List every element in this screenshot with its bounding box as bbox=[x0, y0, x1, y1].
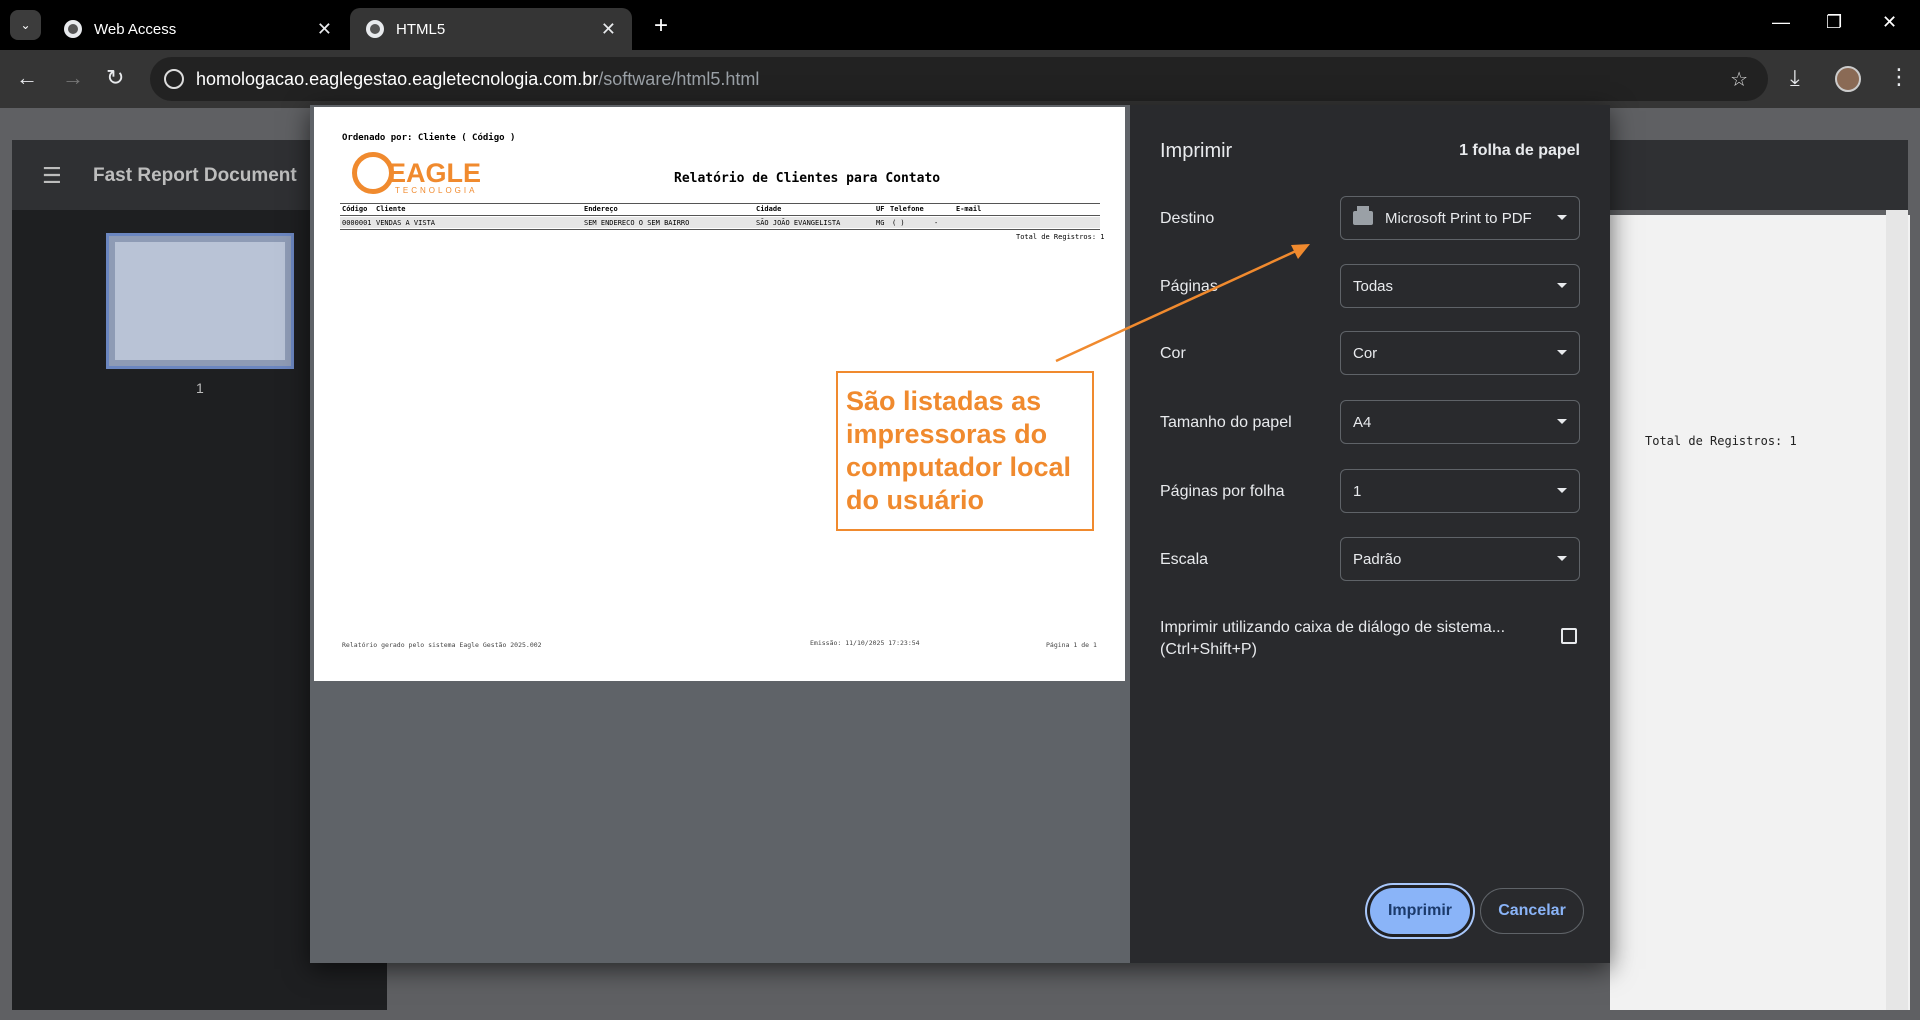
paper-size-value: A4 bbox=[1353, 413, 1372, 431]
viewer-scrollbar[interactable] bbox=[1886, 210, 1908, 1010]
browser-menu-icon[interactable]: ⋮ bbox=[1888, 64, 1910, 90]
browser-toolbar: ← → ↻ homologacao.eaglegestao.eagletecno… bbox=[0, 50, 1920, 108]
globe-icon bbox=[64, 20, 82, 38]
window-close-icon[interactable]: ✕ bbox=[1882, 12, 1897, 33]
destination-label: Destino bbox=[1160, 210, 1215, 227]
back-icon[interactable]: ← bbox=[16, 65, 38, 91]
cell: ( ) bbox=[892, 219, 905, 227]
thumbnail-page-number: 1 bbox=[196, 380, 204, 396]
address-bar[interactable]: homologacao.eaglegestao.eagletecnologia.… bbox=[150, 57, 1768, 101]
destination-select[interactable]: Microsoft Print to PDF bbox=[1340, 196, 1580, 240]
pages-per-sheet-label: Páginas por folha bbox=[1160, 483, 1285, 500]
print-dialog: Ordenado por: Cliente ( Código ) EAGLE T… bbox=[310, 105, 1610, 963]
report-total: Total de Registros: 1 bbox=[1016, 233, 1105, 241]
pages-value: Todas bbox=[1353, 277, 1394, 295]
chevron-down-icon bbox=[1557, 556, 1567, 561]
divider bbox=[340, 215, 1100, 216]
tab-html5[interactable]: HTML5 ✕ bbox=[350, 8, 632, 50]
destination-value: Microsoft Print to PDF bbox=[1385, 209, 1532, 227]
tab-title: HTML5 bbox=[396, 20, 446, 38]
cell: 0000001 bbox=[342, 219, 372, 227]
col-header: Cliente bbox=[376, 205, 406, 213]
print-preview-area: Ordenado por: Cliente ( Código ) EAGLE T… bbox=[310, 105, 1130, 963]
chevron-down-icon bbox=[1557, 488, 1567, 493]
download-icon[interactable]: ⤓ bbox=[1790, 65, 1800, 91]
paper-size-select[interactable]: A4 bbox=[1340, 400, 1580, 444]
sheet-count: 1 folha de papel bbox=[1459, 142, 1580, 159]
site-info-icon[interactable] bbox=[164, 69, 184, 89]
report-footer-right: Página 1 de 1 bbox=[1046, 641, 1097, 649]
chevron-down-icon bbox=[1557, 283, 1567, 288]
scale-select[interactable]: Padrão bbox=[1340, 537, 1580, 581]
open-external-icon[interactable] bbox=[1561, 628, 1577, 644]
chevron-down-icon bbox=[1557, 350, 1567, 355]
scale-label: Escala bbox=[1160, 551, 1209, 568]
cell: SEM ENDERECO O SEM BAIRRO bbox=[584, 219, 690, 227]
annotation-callout: São listadas as impressoras do computado… bbox=[836, 371, 1094, 531]
chevron-down-icon bbox=[1557, 419, 1567, 424]
forward-icon[interactable]: → bbox=[62, 65, 84, 91]
tab-strip: ⌄ Web Access ✕ HTML5 ✕ + — ❐ ✕ bbox=[0, 0, 1920, 50]
report-logo-sub: TECNOLOGIA bbox=[395, 186, 478, 195]
report-viewer-page bbox=[1610, 215, 1910, 1010]
annotation-text: São listadas as impressoras do computado… bbox=[846, 386, 1072, 515]
report-footer-mid: Emissão: 11/10/2025 17:23:54 bbox=[810, 639, 920, 647]
print-button[interactable]: Imprimir bbox=[1370, 888, 1470, 934]
close-tab-icon[interactable]: ✕ bbox=[601, 19, 616, 40]
col-header: Cidade bbox=[756, 205, 782, 213]
divider bbox=[340, 229, 1100, 230]
restore-icon[interactable]: ❐ bbox=[1826, 12, 1842, 33]
pages-per-sheet-value: 1 bbox=[1353, 482, 1362, 500]
color-select[interactable]: Cor bbox=[1340, 331, 1580, 375]
print-title: Imprimir bbox=[1160, 140, 1233, 162]
color-value: Cor bbox=[1353, 344, 1378, 362]
cancel-button[interactable]: Cancelar bbox=[1480, 888, 1584, 934]
print-settings-panel: Imprimir 1 folha de papel Destino Micros… bbox=[1130, 105, 1610, 963]
color-label: Cor bbox=[1160, 345, 1186, 362]
cell: SÃO JOÃO EVANGELISTA bbox=[756, 219, 841, 227]
reload-icon[interactable]: ↻ bbox=[106, 65, 124, 91]
printer-icon bbox=[1353, 206, 1373, 225]
hamburger-menu-icon[interactable]: ☰ bbox=[42, 163, 62, 189]
tab-web-access[interactable]: Web Access ✕ bbox=[48, 8, 348, 50]
scale-value: Padrão bbox=[1353, 550, 1402, 568]
report-ordered-by: Ordenado por: Cliente ( Código ) bbox=[342, 133, 516, 143]
system-dialog-link[interactable]: Imprimir utilizando caixa de diálogo de … bbox=[1160, 617, 1540, 661]
report-footer-left: Relatório gerado pelo sistema Eagle Gest… bbox=[342, 641, 542, 649]
chevron-down-icon bbox=[1557, 215, 1567, 220]
col-header: Telefone bbox=[890, 205, 924, 213]
app-title: Fast Report Document bbox=[93, 165, 297, 186]
pages-select[interactable]: Todas bbox=[1340, 264, 1580, 308]
page-thumbnail[interactable] bbox=[106, 233, 294, 369]
paper-size-label: Tamanho do papel bbox=[1160, 414, 1292, 431]
col-header: E-mail bbox=[956, 205, 982, 213]
minimize-icon[interactable]: — bbox=[1772, 12, 1790, 33]
report-logo: EAGLE bbox=[388, 158, 482, 188]
pages-label: Páginas bbox=[1160, 278, 1218, 295]
tab-title: Web Access bbox=[94, 20, 177, 38]
report-title: Relatório de Clientes para Contato bbox=[674, 171, 941, 186]
profile-avatar[interactable] bbox=[1835, 66, 1861, 92]
cell: VENDAS A VISTA bbox=[376, 219, 436, 227]
table-row bbox=[340, 217, 1100, 228]
col-header: Código bbox=[342, 205, 368, 213]
cell: - bbox=[934, 219, 939, 227]
cell: MG bbox=[876, 219, 885, 227]
url-host: homologacao.eaglegestao.eagletecnologia.… bbox=[196, 68, 599, 89]
viewer-total-text: Total de Registros: 1 bbox=[1645, 434, 1797, 448]
pages-per-sheet-select[interactable]: 1 bbox=[1340, 469, 1580, 513]
close-tab-icon[interactable]: ✕ bbox=[317, 19, 332, 40]
col-header: UF bbox=[876, 205, 885, 213]
tab-search-button[interactable]: ⌄ bbox=[10, 10, 41, 40]
bookmark-star-icon[interactable]: ☆ bbox=[1730, 67, 1748, 92]
globe-icon bbox=[366, 20, 384, 38]
col-header: Endereço bbox=[584, 205, 618, 213]
divider bbox=[340, 203, 1100, 204]
new-tab-button[interactable]: + bbox=[654, 12, 668, 40]
url-path: /software/html5.html bbox=[598, 68, 760, 89]
